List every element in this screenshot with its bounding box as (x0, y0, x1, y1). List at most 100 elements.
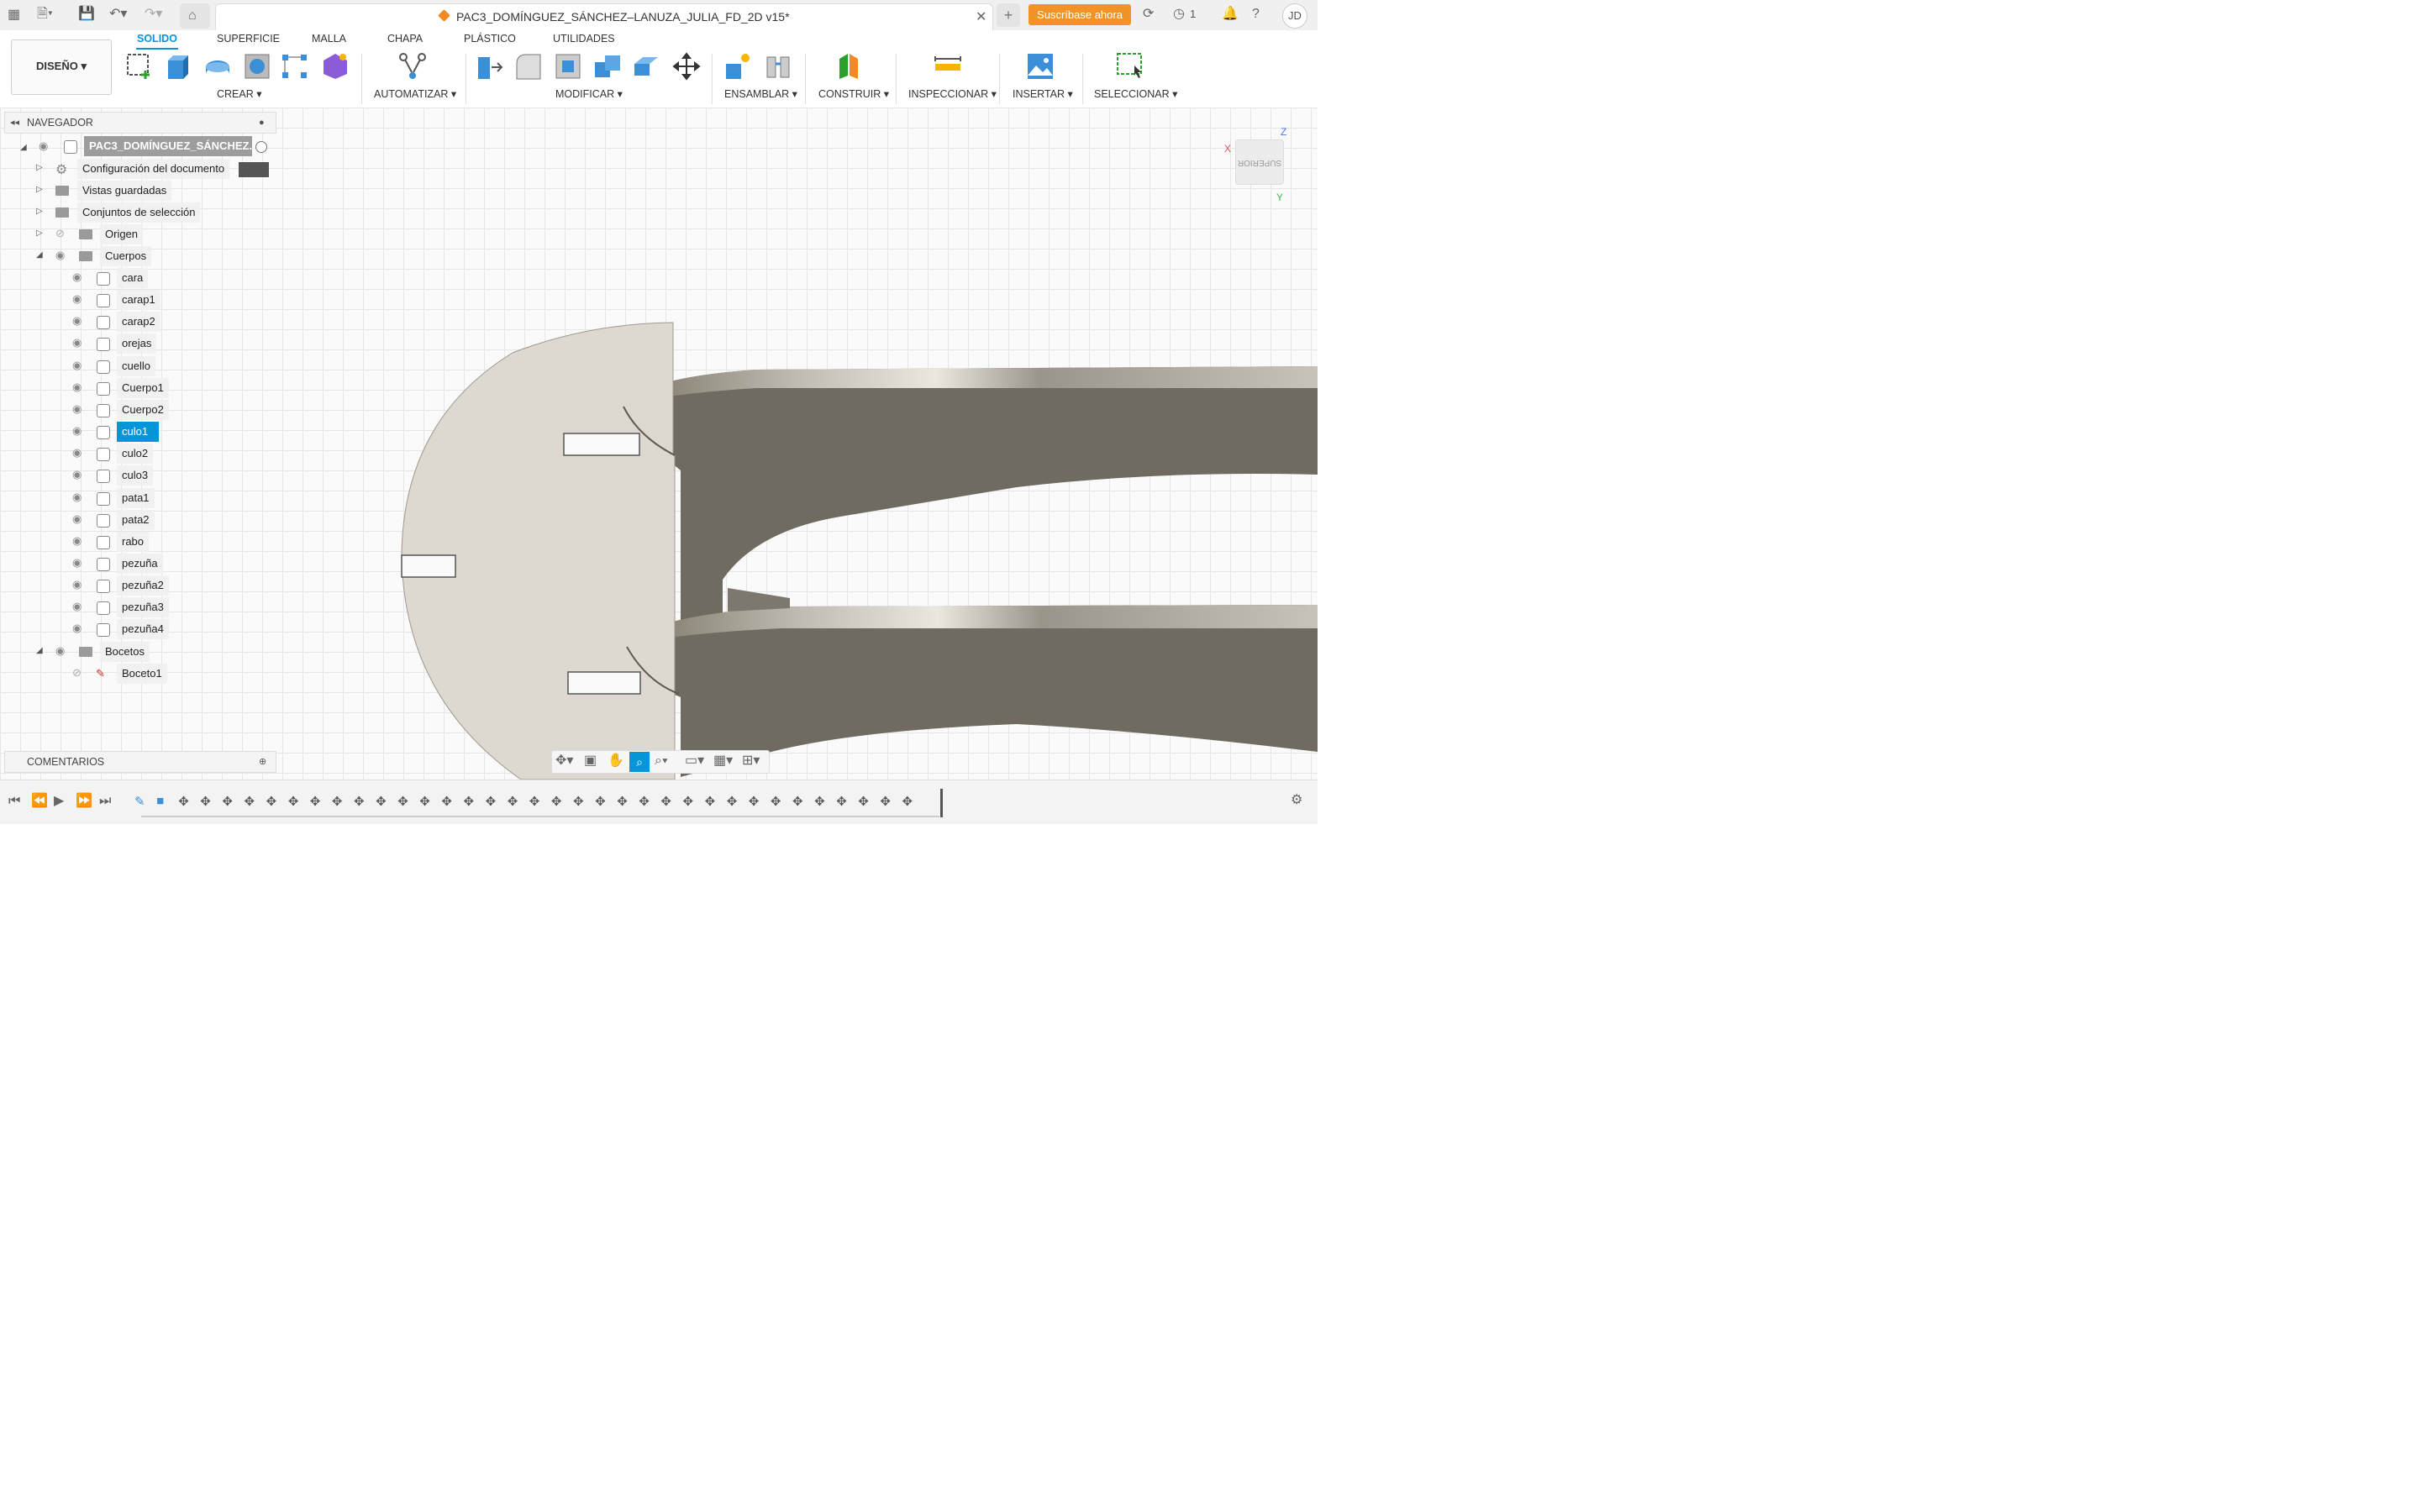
hidden-eye-icon[interactable]: ⊘ (72, 666, 82, 680)
fillet-icon[interactable] (514, 52, 543, 81)
viewports-icon[interactable]: ⊞▾ (742, 754, 760, 768)
expand-triangle-icon[interactable]: ▷ (36, 163, 43, 172)
timeline-next-icon[interactable]: ⏩ (76, 795, 92, 808)
timeline-move-icon[interactable]: ✥ (419, 794, 430, 809)
automate-icon[interactable] (398, 52, 427, 81)
timeline-move-icon[interactable]: ✥ (508, 794, 518, 809)
visibility-eye-icon[interactable]: ◉ (72, 336, 82, 349)
measure-icon[interactable] (934, 52, 962, 81)
tab-malla[interactable]: MALLA (312, 33, 346, 45)
notifications-icon[interactable]: 🔔 (1222, 8, 1239, 21)
document-tab[interactable]: PAC3_DOMÍNGUEZ_SÁNCHEZ–LANUZA_JULIA_FD_2… (215, 3, 993, 31)
visibility-eye-icon[interactable]: ◉ (72, 381, 82, 394)
timeline-marker[interactable] (940, 789, 943, 817)
timeline-move-icon[interactable]: ✥ (245, 794, 255, 809)
app-grid-icon[interactable]: ▦ (8, 8, 20, 22)
visibility-eye-icon[interactable]: ◉ (72, 622, 82, 635)
timeline-move-icon[interactable]: ✥ (222, 794, 233, 809)
new-tab-button[interactable]: + (997, 3, 1020, 27)
root-component[interactable]: PAC3_DOMÍNGUEZ_SÁNCHEZ... (84, 136, 258, 156)
hole-icon[interactable] (243, 52, 271, 81)
timeline-extrude-icon[interactable]: ■ (156, 794, 164, 808)
visibility-eye-icon[interactable]: ◉ (39, 139, 48, 153)
timeline-move-icon[interactable]: ✥ (266, 794, 277, 809)
visibility-eye-icon[interactable]: ◉ (72, 491, 82, 504)
revolve-icon[interactable] (203, 52, 232, 81)
navigator-header[interactable]: ◂◂ NAVEGADOR ● (4, 112, 276, 134)
redo-icon[interactable]: ↷▾ (145, 8, 162, 21)
home-tab[interactable]: ⌂ (180, 3, 210, 29)
timeline-move-icon[interactable]: ✥ (814, 794, 825, 809)
visibility-eye-icon[interactable]: ◉ (72, 292, 82, 306)
body-item[interactable]: pezuña3 (117, 597, 169, 618)
grid-settings-icon[interactable]: ▦▾ (713, 754, 733, 768)
tab-chapa[interactable]: CHAPA (387, 33, 423, 45)
zoom-icon[interactable]: ⌕ (629, 752, 650, 772)
combine-icon[interactable] (593, 52, 622, 81)
construct-plane-icon[interactable] (836, 52, 865, 81)
create-form-icon[interactable] (321, 52, 350, 81)
timeline-move-icon[interactable]: ✥ (902, 794, 913, 809)
group-inspeccionar[interactable]: INSPECCIONAR ▾ (908, 87, 997, 100)
sync-icon[interactable]: ⟳ (1143, 8, 1154, 21)
group-ensamblar[interactable]: ENSAMBLAR ▾ (724, 87, 797, 100)
body-item[interactable]: cara (117, 268, 149, 288)
group-automatizar[interactable]: AUTOMATIZAR ▾ (374, 87, 456, 100)
timeline-move-icon[interactable]: ✥ (288, 794, 299, 809)
body-item[interactable]: pata2 (117, 509, 155, 530)
body-item[interactable]: pezuña2 (117, 575, 169, 596)
timeline-move-icon[interactable]: ✥ (660, 794, 671, 809)
pan-icon[interactable]: ✋ (608, 754, 624, 768)
tab-superficie[interactable]: SUPERFICIE (217, 33, 280, 45)
nav-item-saved-views[interactable]: Vistas guardadas (77, 181, 172, 201)
visibility-eye-icon[interactable]: ◉ (72, 446, 82, 459)
workspace-selector[interactable]: DISEÑO ▾ (11, 39, 112, 95)
press-pull-icon[interactable] (475, 52, 503, 81)
timeline-move-icon[interactable]: ✥ (858, 794, 869, 809)
visibility-eye-icon[interactable]: ◉ (72, 600, 82, 613)
comments-panel[interactable]: COMENTARIOS ⊕ (4, 751, 276, 773)
visibility-eye-icon[interactable]: ◉ (72, 424, 82, 438)
nav-item-document-settings[interactable]: Configuración del documento (77, 159, 230, 179)
nav-item-bodies[interactable]: Cuerpos (100, 246, 152, 266)
look-at-icon[interactable]: ▣ (584, 754, 597, 768)
tab-plastico[interactable]: PLÁSTICO (464, 33, 516, 45)
group-modificar[interactable]: MODIFICAR ▾ (555, 87, 623, 100)
timeline-move-icon[interactable]: ✥ (771, 794, 781, 809)
nav-item-origin[interactable]: Origen (100, 224, 144, 244)
body-item[interactable]: orejas (117, 333, 157, 354)
timeline-move-icon[interactable]: ✥ (880, 794, 891, 809)
undo-icon[interactable]: ↶▾ (109, 8, 127, 21)
group-insertar[interactable]: INSERTAR ▾ (1013, 87, 1073, 100)
joint-icon[interactable] (764, 52, 792, 81)
activate-radio[interactable] (255, 141, 267, 153)
group-construir[interactable]: CONSTRUIR ▾ (818, 87, 889, 100)
timeline-settings-gear-icon[interactable]: ⚙ (1291, 794, 1302, 807)
user-avatar[interactable]: JD (1282, 3, 1307, 29)
visibility-eye-icon[interactable]: ◉ (72, 402, 82, 416)
collapse-triangle-icon[interactable]: ◢ (20, 143, 27, 152)
orbit-icon[interactable]: ✥▾ (555, 754, 573, 768)
visibility-eye-icon[interactable]: ◉ (72, 578, 82, 591)
timeline-sketch-icon[interactable]: ✎ (134, 794, 145, 809)
visibility-eye-icon[interactable]: ◉ (72, 556, 82, 570)
timeline-move-icon[interactable]: ✥ (639, 794, 650, 809)
timeline-move-icon[interactable]: ✥ (749, 794, 760, 809)
body-item[interactable]: culo2 (117, 444, 154, 465)
body-item[interactable]: carap2 (117, 312, 160, 333)
visibility-eye-icon[interactable]: ◉ (72, 270, 82, 284)
body-item[interactable]: carap1 (117, 290, 160, 311)
body-item[interactable]: pezuña4 (117, 619, 169, 640)
job-status-icon[interactable]: ◷ (1173, 8, 1185, 21)
visibility-eye-icon[interactable]: ◉ (72, 468, 82, 481)
timeline-move-icon[interactable]: ✥ (441, 794, 452, 809)
timeline-move-icon[interactable]: ✥ (551, 794, 562, 809)
body-item[interactable]: cuello (117, 355, 155, 376)
collapse-triangle-icon[interactable]: ◢ (36, 250, 43, 260)
timeline-move-icon[interactable]: ✥ (354, 794, 365, 809)
timeline-move-icon[interactable]: ✥ (573, 794, 584, 809)
body-item[interactable]: culo3 (117, 465, 154, 486)
group-crear[interactable]: CREAR ▾ (217, 87, 262, 100)
save-icon[interactable]: 💾 (78, 8, 95, 21)
new-component-icon[interactable] (723, 52, 752, 81)
